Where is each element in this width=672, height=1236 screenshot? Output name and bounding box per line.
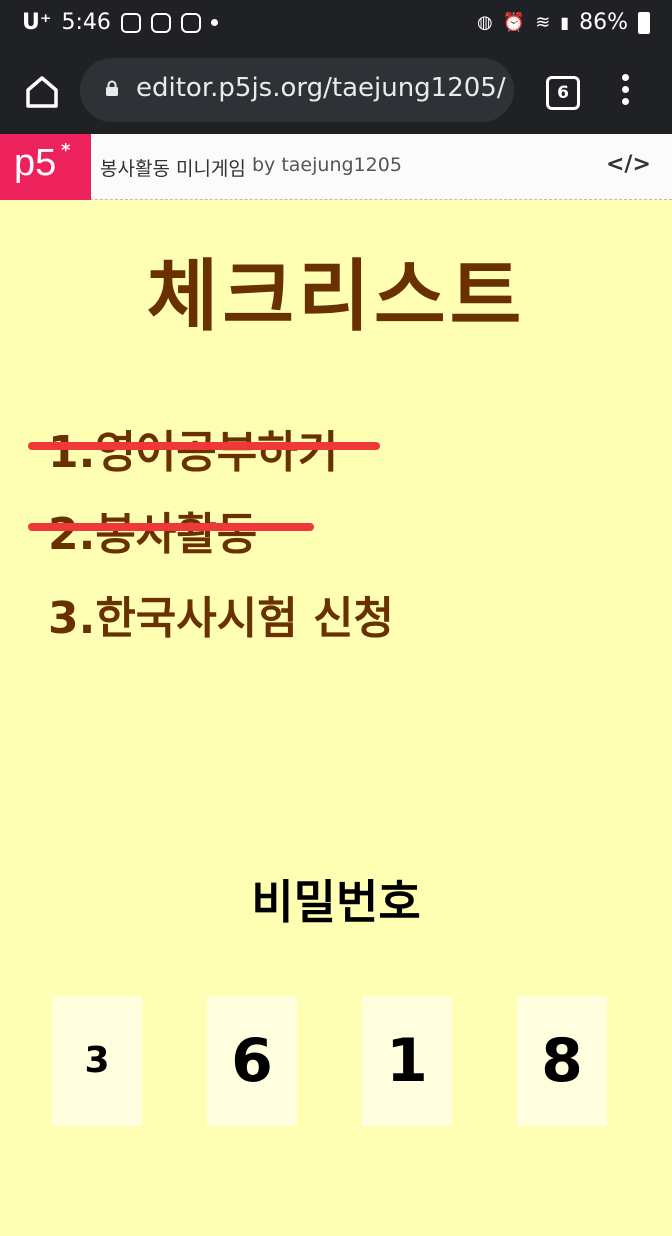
- gallery-icon: [120, 12, 141, 33]
- checklist-item-3[interactable]: 3.한국사시험 신청: [48, 582, 394, 646]
- p5-editor-header: p5 * 봉사활동 미니게임 by taejung1205 </>: [0, 134, 672, 200]
- strikethrough-line: [28, 442, 380, 450]
- url-text: editor.p5js.org/taejung1205/: [136, 73, 506, 103]
- data-saver-icon: ◍: [477, 12, 493, 33]
- password-title: 비밀번호: [251, 875, 421, 929]
- strikethrough-line: [28, 523, 314, 531]
- password-digit-4[interactable]: 8: [517, 996, 607, 1126]
- password-digit-2[interactable]: 6: [207, 996, 297, 1126]
- p5-logo-text: p5: [14, 142, 57, 184]
- home-icon[interactable]: [22, 72, 62, 112]
- tab-switcher-button[interactable]: 6: [546, 76, 580, 110]
- signal-icon: ▮: [560, 13, 570, 32]
- sketch-author[interactable]: by taejung1205: [252, 154, 402, 176]
- checklist-title: 체크리스트: [146, 252, 526, 342]
- battery-percent: 86%: [579, 10, 628, 35]
- carrier-label: U⁺: [22, 10, 52, 35]
- p5-logo[interactable]: p5 *: [0, 134, 91, 200]
- password-digit-3[interactable]: 1: [362, 996, 452, 1126]
- sketch-canvas[interactable]: 체크리스트 1.영어공부하기 2.봉사활동 3.한국사시험 신청 비밀번호 3 …: [0, 200, 672, 1236]
- instagram-icon: [180, 12, 201, 33]
- sketch-title: 봉사활동 미니게임: [100, 158, 246, 180]
- clock: 5:46: [61, 10, 111, 35]
- code-icon[interactable]: </>: [606, 152, 651, 177]
- overflow-menu-icon[interactable]: [620, 74, 630, 108]
- asterisk-icon: *: [61, 140, 71, 161]
- alarm-icon: ⏰: [502, 12, 526, 33]
- address-bar[interactable]: editor.p5js.org/taejung1205/: [80, 58, 514, 122]
- lock-icon: [106, 80, 118, 96]
- instagram-icon: [150, 12, 171, 33]
- browser-toolbar: editor.p5js.org/taejung1205/ 6: [0, 52, 672, 134]
- password-digit-1[interactable]: 3: [52, 996, 142, 1126]
- battery-icon: [638, 11, 650, 34]
- more-notifications-icon: [210, 19, 218, 26]
- status-bar: U⁺ 5:46 ◍ ⏰ ≋ ▮ 86%: [0, 0, 672, 52]
- wifi-icon: ≋: [535, 12, 551, 33]
